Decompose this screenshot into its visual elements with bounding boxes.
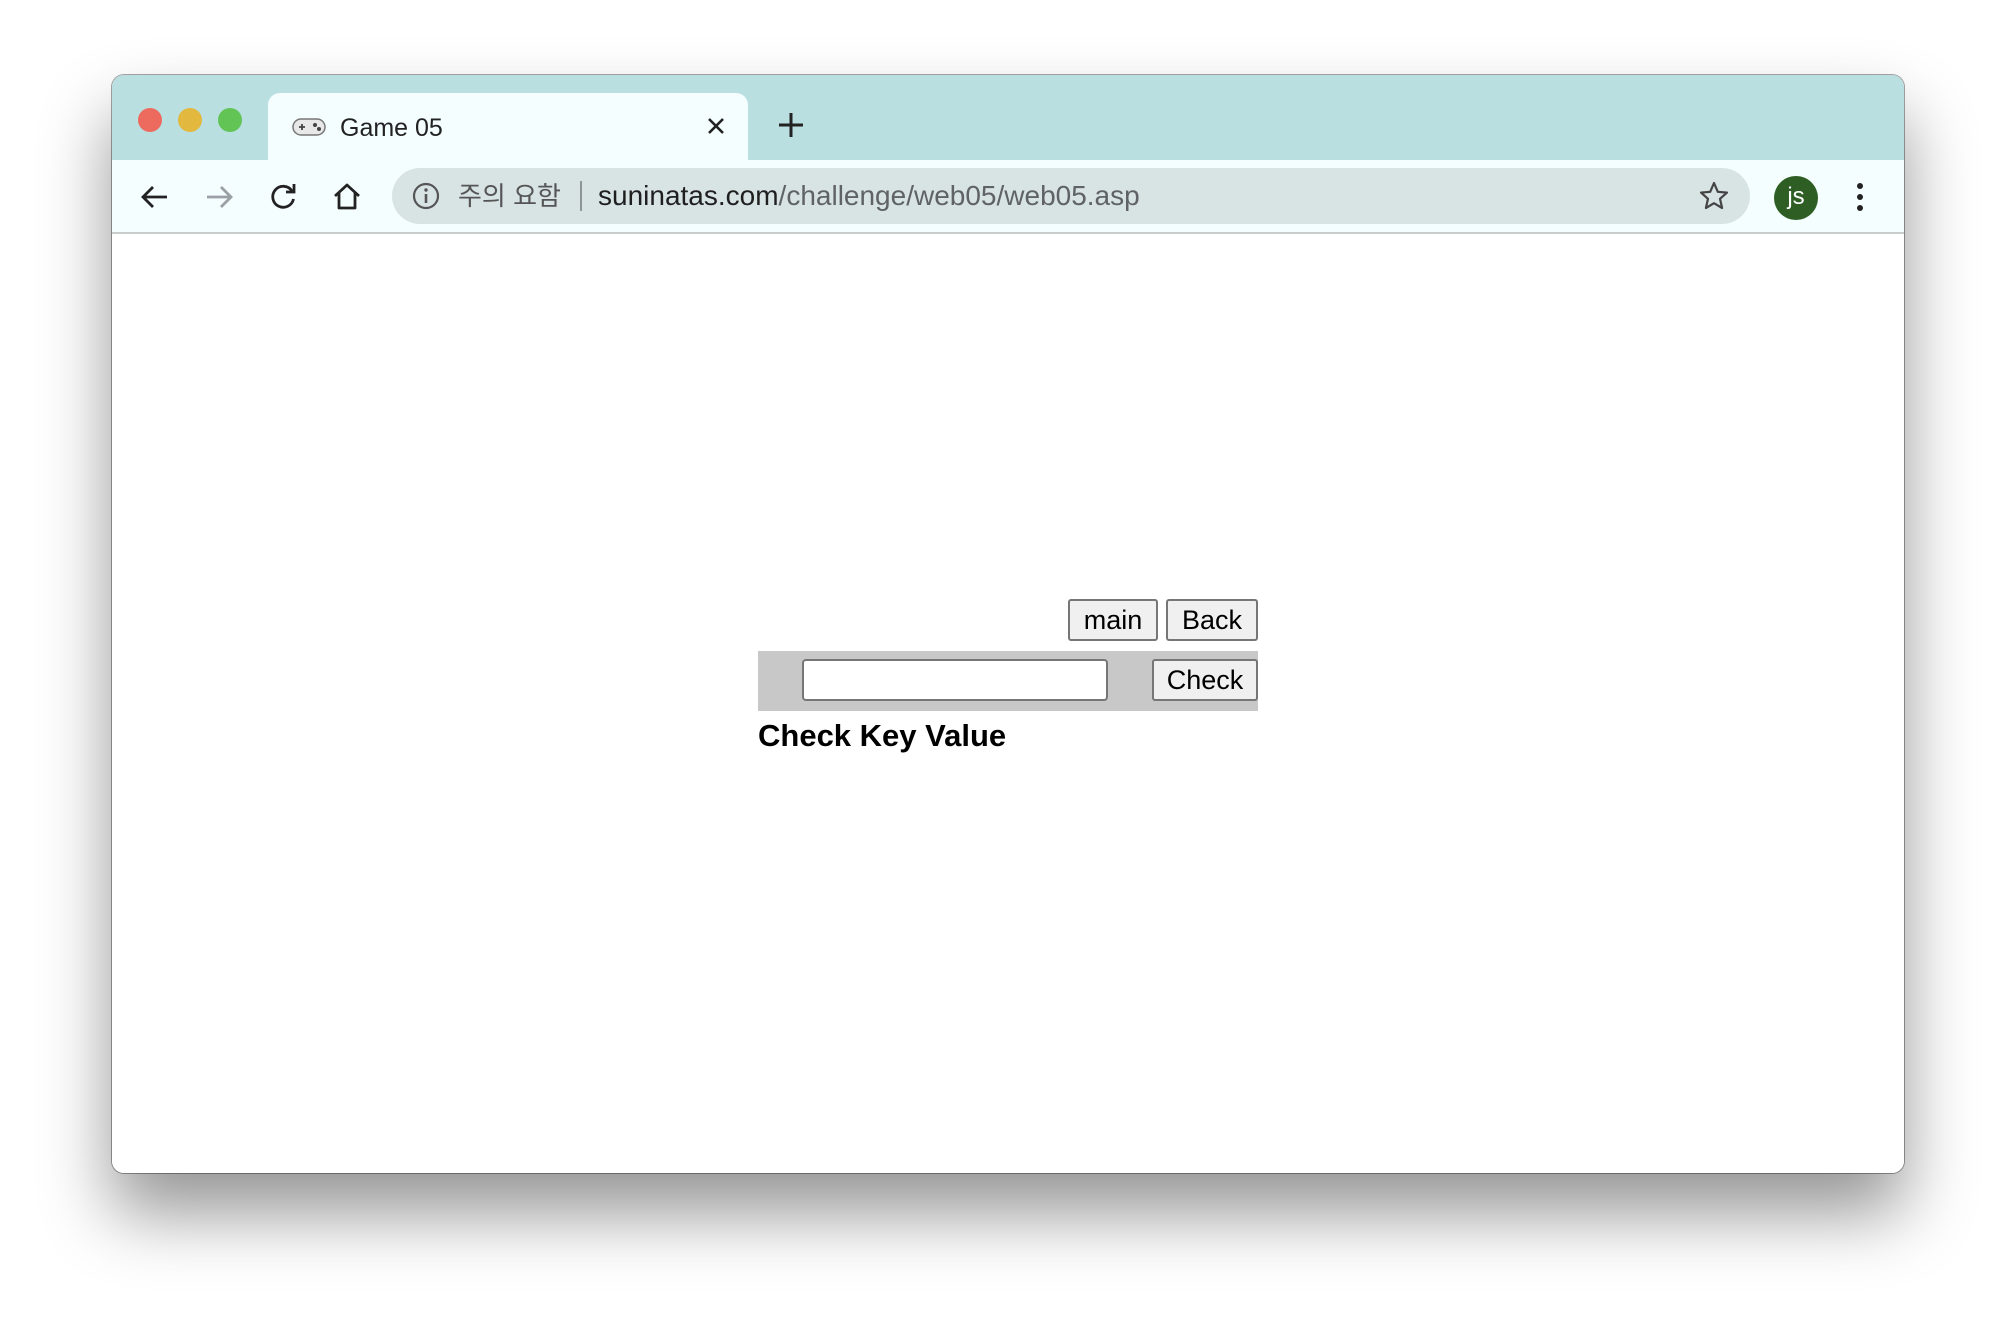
url-host: suninatas.com: [598, 180, 779, 211]
close-icon[interactable]: [704, 114, 728, 138]
browser-window: Game 05 주의 요함 suninatas.com/challenge/we…: [112, 75, 1904, 1173]
main-button[interactable]: main: [1068, 599, 1158, 641]
gamepad-icon: [292, 118, 326, 136]
browser-toolbar: 주의 요함 suninatas.com/challenge/web05/web0…: [112, 160, 1904, 234]
kebab-menu-icon[interactable]: [1850, 180, 1870, 214]
window-minimize-button[interactable]: [178, 108, 202, 132]
window-maximize-button[interactable]: [218, 108, 242, 132]
page-content: main Back Check Check Key Value: [112, 234, 1904, 1173]
bookmark-star-icon[interactable]: [1698, 180, 1730, 212]
status-message: Check Key Value: [758, 718, 1007, 753]
tab-game-05[interactable]: Game 05: [268, 93, 748, 160]
info-icon[interactable]: [412, 182, 440, 210]
profile-avatar[interactable]: js: [1774, 176, 1818, 220]
reload-icon[interactable]: [266, 180, 300, 214]
forward-arrow-icon[interactable]: [202, 180, 236, 214]
check-button[interactable]: Check: [1152, 659, 1258, 701]
divider: [580, 181, 582, 211]
url-text[interactable]: suninatas.com/challenge/web05/web05.asp: [598, 180, 1140, 212]
url-path: /challenge/web05/web05.asp: [778, 180, 1140, 211]
key-input[interactable]: [802, 659, 1108, 701]
key-form: Check: [758, 651, 1258, 711]
address-bar[interactable]: 주의 요함 suninatas.com/challenge/web05/web0…: [392, 168, 1750, 224]
title-bar: Game 05: [112, 75, 1904, 160]
new-tab-icon[interactable]: [776, 110, 806, 140]
back-button[interactable]: Back: [1166, 599, 1258, 641]
security-label[interactable]: 주의 요함: [458, 181, 561, 211]
tab-title: Game 05: [340, 114, 443, 142]
back-arrow-icon[interactable]: [138, 180, 172, 214]
home-icon[interactable]: [330, 180, 364, 214]
window-close-button[interactable]: [138, 108, 162, 132]
